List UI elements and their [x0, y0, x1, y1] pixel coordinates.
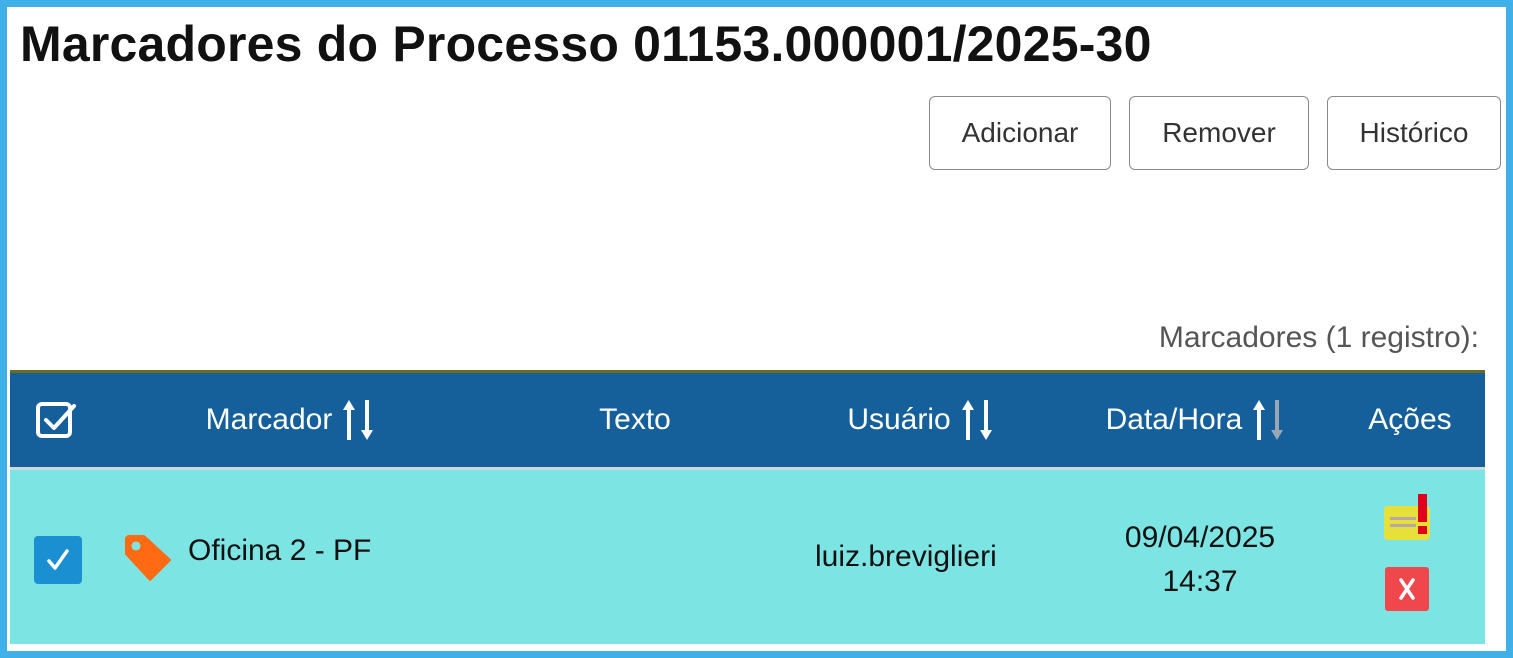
remove-marker-icon[interactable] — [1384, 566, 1430, 612]
date-value: 09/04/2025 — [1124, 521, 1276, 554]
select-all-checkbox[interactable] — [30, 373, 82, 467]
checkbox-icon[interactable] — [34, 398, 78, 442]
marker-name: Oficina 2 - PF — [188, 534, 372, 567]
sort-arrows-icon[interactable] — [342, 398, 374, 442]
window-frame: Marcadores do Processo 01153.000001/2025… — [0, 0, 1513, 658]
sort-arrows-icon[interactable] — [1252, 398, 1284, 442]
column-header-texto: Texto — [570, 373, 700, 467]
table-caption: Marcadores (1 registro): — [1158, 321, 1479, 354]
column-label-usuario: Usuário — [847, 403, 951, 436]
remove-marker-button[interactable] — [1384, 566, 1430, 612]
tag-icon — [122, 532, 174, 584]
history-button[interactable]: Histórico — [1327, 96, 1501, 170]
table-header: Marcador Texto Usuário Data/Hora Ações — [10, 373, 1485, 467]
column-header-acoes: Ações — [1355, 373, 1465, 467]
table-row: Oficina 2 - PF luiz.breviglieri 09/04/20… — [10, 470, 1485, 644]
column-label-acoes: Ações — [1368, 403, 1452, 436]
column-label-marcador: Marcador — [205, 403, 333, 436]
column-header-marcador: Marcador — [180, 373, 400, 467]
sort-arrows-icon[interactable] — [961, 398, 993, 442]
date-time: 09/04/2025 14:37 — [1100, 516, 1300, 604]
edit-marker-icon[interactable] — [1382, 492, 1434, 542]
user-name: luiz.breviglieri — [815, 540, 997, 573]
column-header-usuario: Usuário — [825, 373, 1015, 467]
remove-button[interactable]: Remover — [1129, 96, 1309, 170]
time-value: 14:37 — [1162, 565, 1238, 598]
edit-marker-button[interactable] — [1382, 492, 1434, 542]
column-label-data-hora: Data/Hora — [1105, 403, 1243, 436]
add-button[interactable]: Adicionar — [929, 96, 1111, 170]
column-label-texto: Texto — [599, 403, 671, 436]
column-header-data-hora: Data/Hora — [1080, 373, 1310, 467]
checkmark-icon — [47, 549, 69, 570]
row-checkbox[interactable] — [34, 536, 82, 584]
page-title: Marcadores do Processo 01153.000001/2025… — [20, 16, 1152, 72]
